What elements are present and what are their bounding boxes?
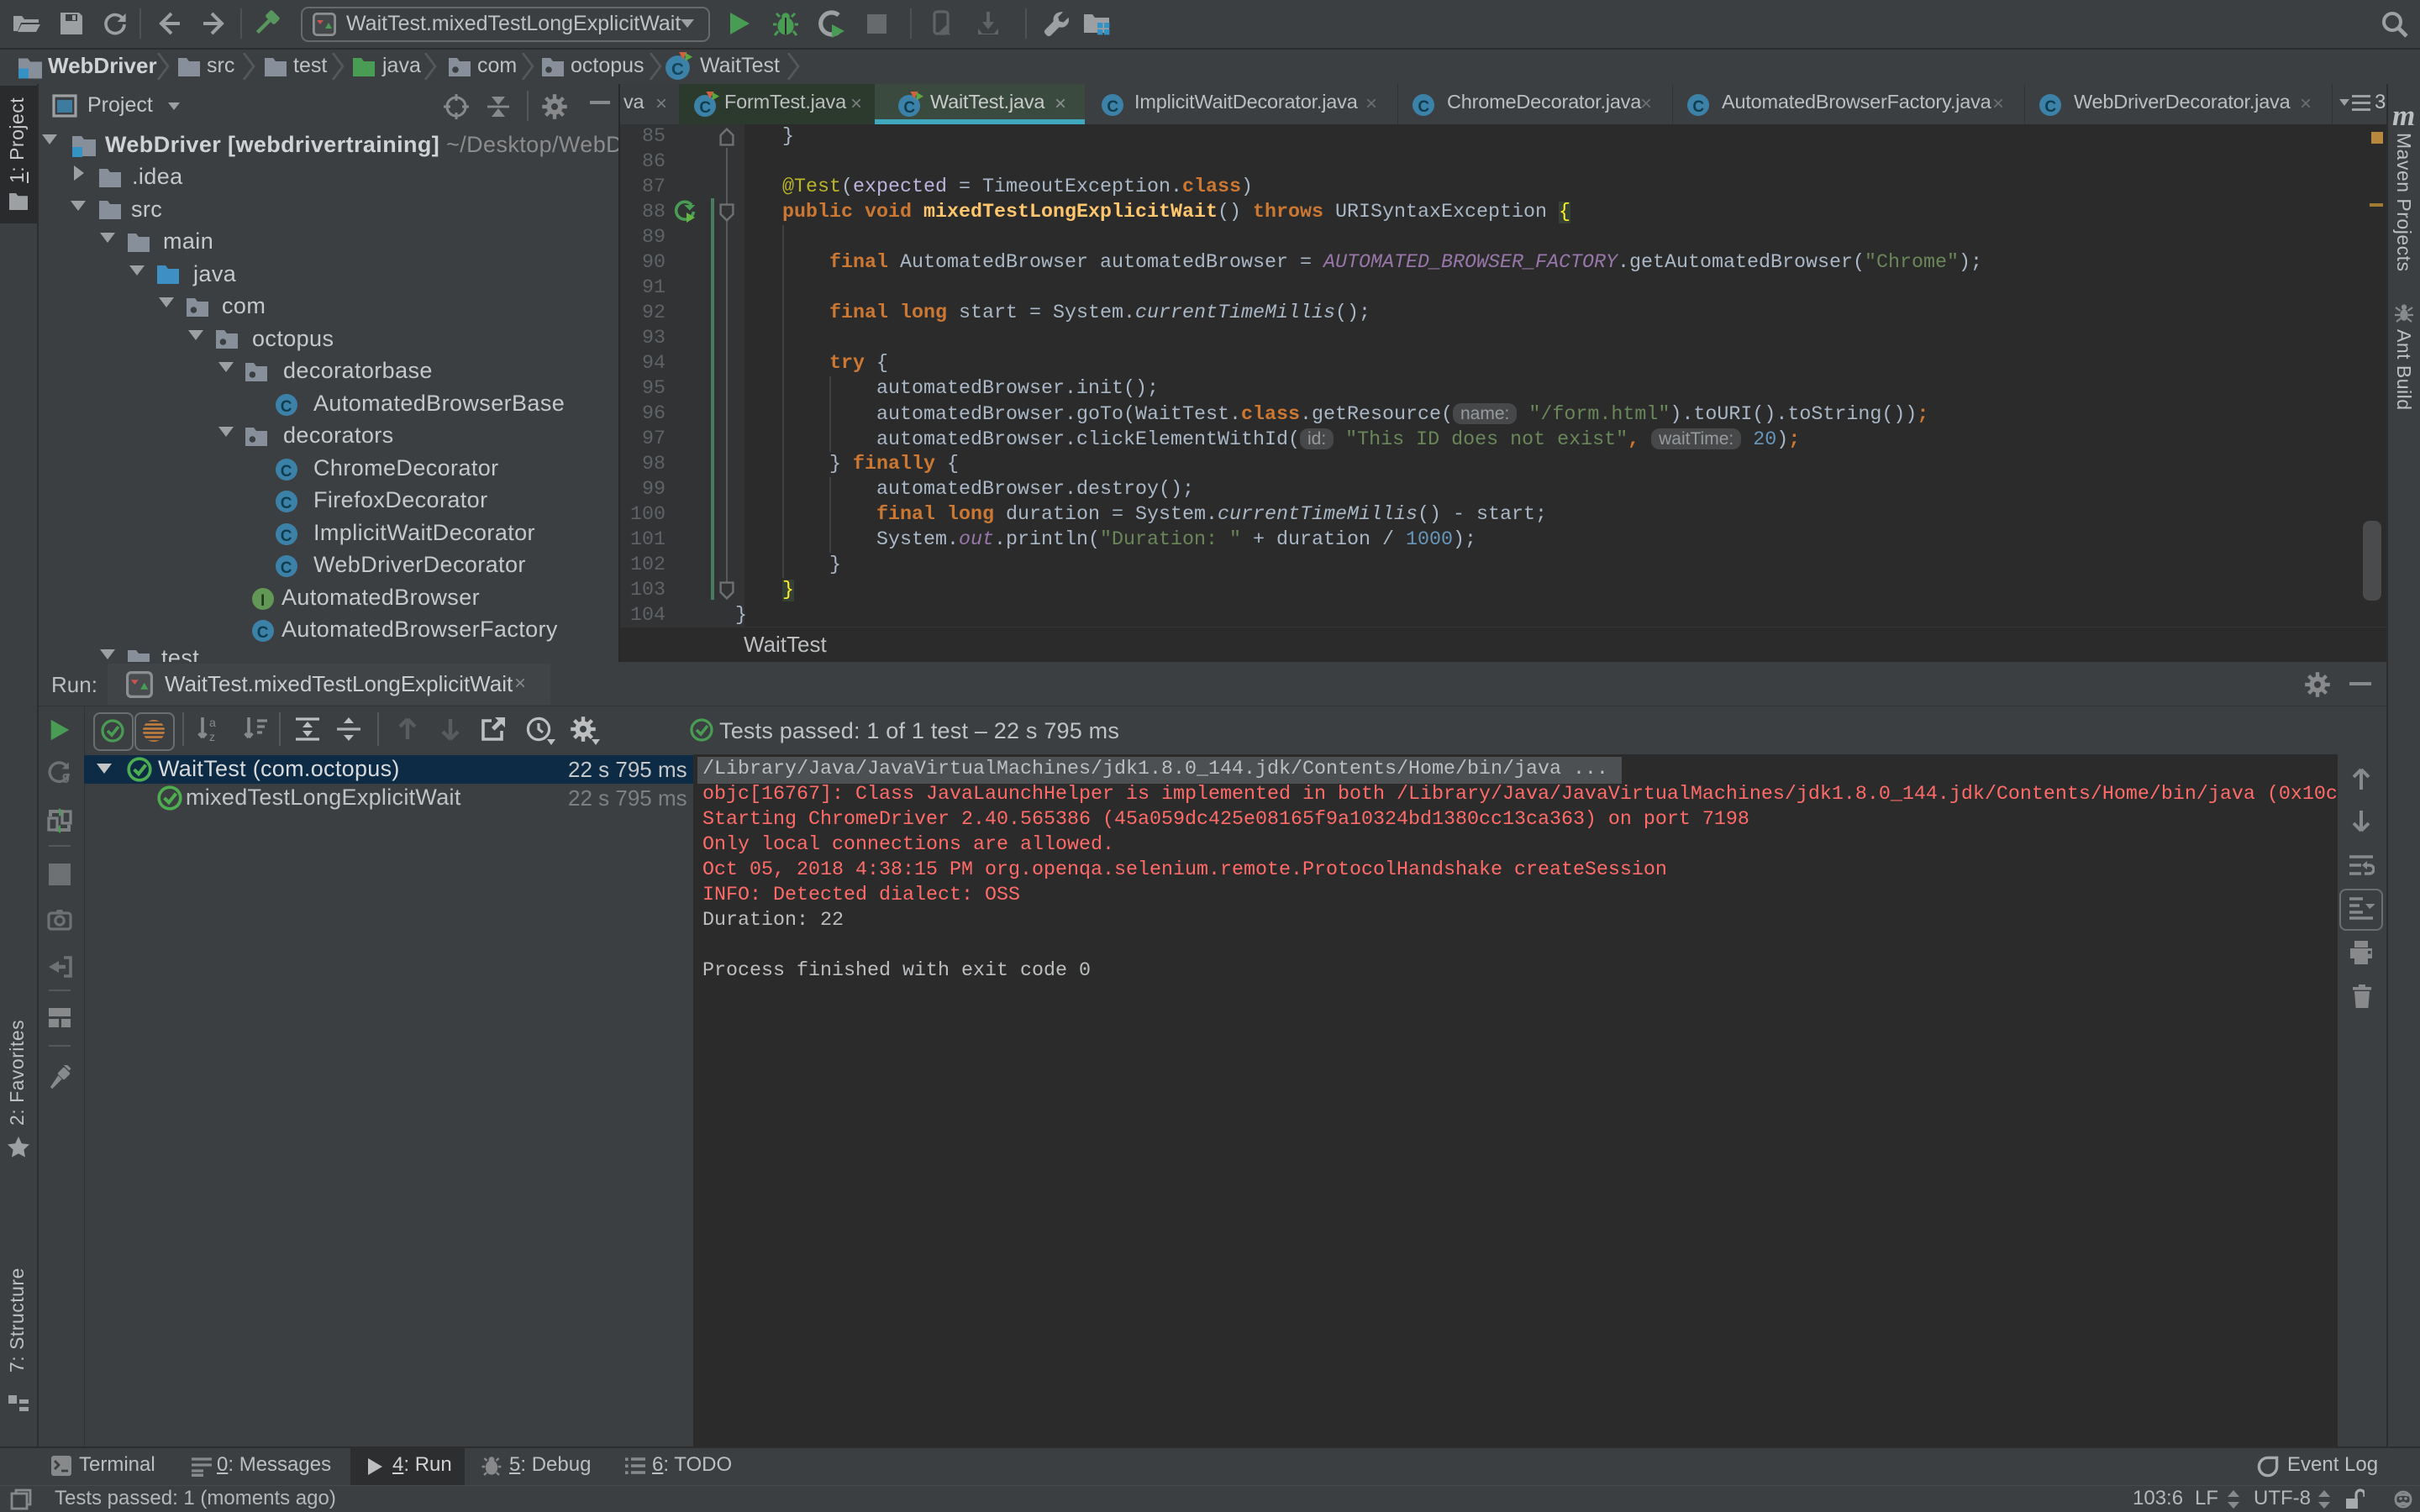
svg-text:I: I	[260, 592, 266, 610]
svg-text:C: C	[699, 99, 711, 117]
svg-text:C: C	[281, 559, 293, 577]
svg-text:C: C	[281, 528, 293, 545]
svg-text:C: C	[257, 624, 270, 642]
svg-text:C: C	[2044, 98, 2056, 116]
svg-text:C: C	[1107, 98, 1118, 116]
svg-text:C: C	[1692, 98, 1704, 116]
svg-text:z: z	[209, 730, 215, 743]
svg-text:C: C	[281, 463, 293, 480]
svg-text:a: a	[209, 716, 216, 729]
svg-text:9: 9	[62, 772, 70, 785]
svg-text:C: C	[903, 99, 915, 117]
svg-text:C: C	[671, 60, 684, 79]
svg-text:C: C	[281, 495, 293, 512]
svg-text:C: C	[1418, 98, 1429, 116]
svg-text:C: C	[281, 398, 293, 416]
